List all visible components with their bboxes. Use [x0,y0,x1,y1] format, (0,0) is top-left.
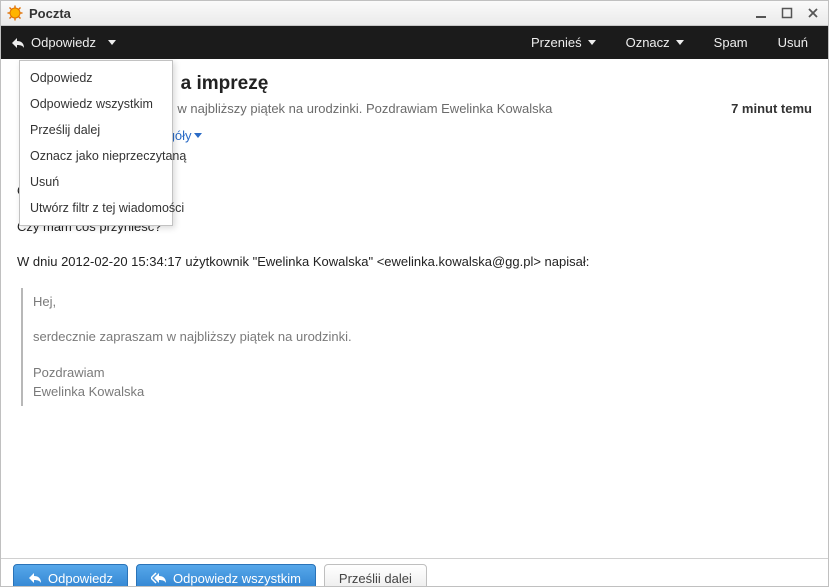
reply-all-icon [151,572,167,584]
reply-icon [28,572,42,584]
dropdown-item-forward[interactable]: Prześlij dalej [20,117,172,143]
toolbar-right: Przenieś Oznacz Spam Usuń [531,35,818,50]
move-menu[interactable]: Przenieś [531,35,596,50]
dropdown-item-reply-all[interactable]: Odpowiedz wszystkim [20,91,172,117]
quote-signoff-line: Pozdrawiam [33,363,802,383]
reply-icon [11,37,25,49]
quote-line: serdecznie zapraszam w najbliższy piątek… [33,327,802,347]
dropdown-item-create-filter[interactable]: Utwórz filtr z tej wiadomości [20,195,172,221]
reply-dropdown: Odpowiedz Odpowiedz wszystkim Prześlij d… [19,60,173,226]
reply-label: Odpowiedz [31,35,96,50]
footer: Odpowiedz Odpowiedz wszystkim Prześlii d… [1,558,828,586]
move-label: Przenieś [531,35,582,50]
spam-button[interactable]: Spam [714,35,748,50]
mark-label: Oznacz [626,35,670,50]
chevron-down-icon [676,40,684,46]
footer-reply-all-button[interactable]: Odpowiedz wszystkim [136,564,316,586]
dropdown-item-reply[interactable]: Odpowiedz [20,65,172,91]
maximize-button[interactable] [778,6,796,20]
mark-menu[interactable]: Oznacz [626,35,684,50]
dropdown-item-delete[interactable]: Usuń [20,169,172,195]
caret-down-icon [194,133,202,139]
delete-button[interactable]: Usuń [778,35,808,50]
app-icon [7,5,23,21]
minimize-button[interactable] [752,6,770,20]
footer-forward-button[interactable]: Prześlii dalei [324,564,427,586]
titlebar: Poczta [1,1,828,26]
footer-reply-button[interactable]: Odpowiedz [13,564,128,586]
quote-signoff-line: Ewelinka Kowalska [33,382,802,402]
close-button[interactable] [804,6,822,20]
footer-forward-label: Prześlii dalei [339,571,412,586]
quote-line: Hej, [33,292,802,312]
app-window: Poczta Odpowiedz Przenieś [0,0,829,587]
time-relative: 7 minut temu [711,101,812,116]
window-buttons [752,6,822,20]
spam-label: Spam [714,35,748,50]
toolbar: Odpowiedz Przenieś Oznacz Spam Usuń [1,26,828,59]
content-area: Odpowiedz Odpowiedz wszystkim Prześlij d… [1,59,828,558]
window-title: Poczta [29,6,71,21]
footer-reply-label: Odpowiedz [48,571,113,586]
footer-reply-all-label: Odpowiedz wszystkim [173,571,301,586]
reply-split-button[interactable]: Odpowiedz [11,35,116,50]
chevron-down-icon [588,40,596,46]
quoted-block: Hej, serdecznie zapraszam w najbliższy p… [21,288,812,406]
delete-label: Usuń [778,35,808,50]
dropdown-item-mark-unread[interactable]: Oznacz jako nieprzeczytaną [20,143,172,169]
quote-intro: W dniu 2012-02-20 15:34:17 użytkownik "E… [17,252,812,272]
chevron-down-icon [108,40,116,46]
quote-signoff: Pozdrawiam Ewelinka Kowalska [33,363,802,402]
